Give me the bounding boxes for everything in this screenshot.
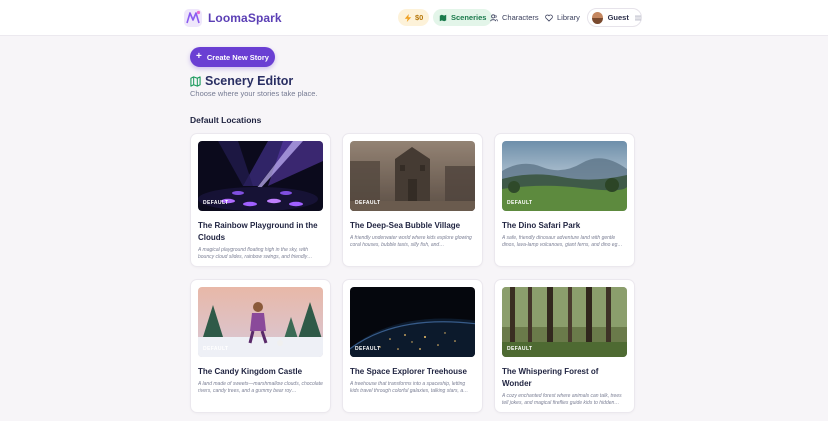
- coin-balance[interactable]: $0: [398, 9, 430, 26]
- default-badge: DEFAULT: [507, 346, 533, 352]
- card-title: The Dino Safari Park: [502, 221, 581, 230]
- nav-library-label: Library: [557, 13, 580, 22]
- scenery-thumbnail: DEFAULT: [502, 287, 627, 357]
- scenery-thumbnail: DEFAULT: [502, 141, 627, 211]
- bolt-icon: [404, 13, 412, 22]
- card-title: The Whispering Forest of Wonder: [502, 367, 599, 388]
- page-subtitle: Choose where your stories take place.: [190, 89, 318, 98]
- heart-icon: [545, 14, 553, 22]
- top-bar: LoomaSpark $0 Sceneries Characters Libra…: [0, 0, 828, 36]
- page-title-text: Scenery Editor: [205, 74, 294, 88]
- scenery-card[interactable]: DEFAULT The Dino Safari Park A safe, fri…: [494, 133, 635, 267]
- nav-characters-label: Characters: [502, 13, 539, 22]
- scenery-card[interactable]: DEFAULT The Space Explorer Treehouse A t…: [342, 279, 483, 413]
- card-title: The Space Explorer Treehouse: [350, 367, 467, 376]
- scenery-thumbnail: DEFAULT: [350, 287, 475, 357]
- map-icon: [190, 75, 201, 87]
- default-badge: DEFAULT: [355, 200, 381, 206]
- user-name: Guest: [607, 13, 629, 22]
- card-description: A safe, friendly dinosaur adventure land…: [502, 235, 623, 248]
- card-title: The Rainbow Playground in the Clouds: [198, 221, 318, 242]
- default-badge: DEFAULT: [203, 346, 229, 352]
- nav-library[interactable]: Library: [539, 9, 586, 26]
- default-badge: DEFAULT: [203, 200, 229, 206]
- create-story-label: Create New Story: [206, 52, 269, 62]
- scenery-thumbnail: DEFAULT: [198, 141, 323, 211]
- scenery-card[interactable]: DEFAULT The Candy Kingdom Castle A land …: [190, 279, 331, 413]
- nav-sceneries-label: Sceneries: [451, 13, 487, 22]
- card-title: The Candy Kingdom Castle: [198, 367, 303, 376]
- default-badge: DEFAULT: [507, 200, 533, 206]
- card-description: A cozy enchanted forest where animals ca…: [502, 393, 622, 406]
- card-description: A friendly underwater world where kids e…: [350, 235, 472, 248]
- map-icon: [439, 14, 447, 21]
- scenery-card[interactable]: DEFAULT The Rainbow Playground in the Cl…: [190, 133, 331, 267]
- default-badge: DEFAULT: [355, 346, 381, 352]
- menu-icon: [634, 15, 641, 20]
- card-title: The Deep-Sea Bubble Village: [350, 221, 461, 230]
- scenery-thumbnail: DEFAULT: [198, 287, 323, 357]
- users-icon: [490, 13, 498, 21]
- user-menu[interactable]: Guest: [587, 8, 642, 27]
- avatar: [592, 11, 603, 24]
- brand-name: LoomaSpark: [208, 11, 282, 25]
- plus-icon: +: [196, 51, 202, 62]
- coin-balance-value: $0: [415, 13, 424, 22]
- card-description: A magical playground floating high in th…: [198, 247, 313, 260]
- card-description: A land made of sweets—marshmallow clouds…: [198, 381, 323, 394]
- nav-characters[interactable]: Characters: [484, 9, 545, 26]
- scenery-card[interactable]: DEFAULT The Whispering Forest of Wonder …: [494, 279, 635, 413]
- create-story-button[interactable]: + Create New Story: [190, 47, 275, 67]
- scenery-thumbnail: DEFAULT: [350, 141, 475, 211]
- card-description: A treehouse that transforms into a space…: [350, 381, 469, 394]
- brand[interactable]: LoomaSpark: [183, 8, 282, 28]
- page-title: Scenery Editor: [190, 74, 293, 88]
- section-title: Default Locations: [190, 115, 262, 125]
- scenery-card[interactable]: DEFAULT The Deep-Sea Bubble Village A fr…: [342, 133, 483, 267]
- logo-icon: [184, 9, 202, 27]
